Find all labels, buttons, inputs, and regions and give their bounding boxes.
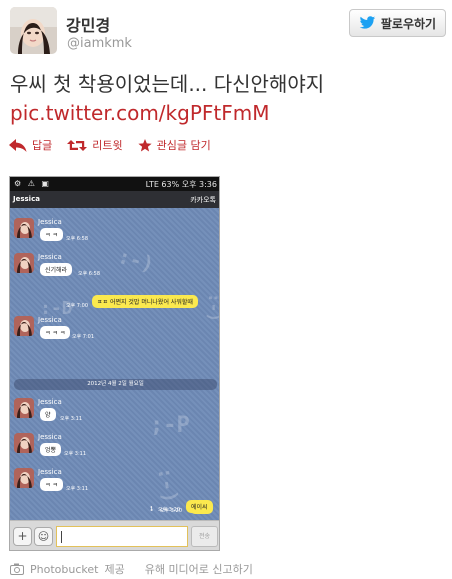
sender-name: Jessica (38, 433, 62, 441)
chat-input-bar: + ☺ 전송 (10, 520, 219, 550)
plus-icon: + (13, 527, 32, 546)
kakaotalk-brand: 카카오톡 (190, 196, 216, 204)
emoticon-icon: ☺ (34, 527, 53, 546)
camera-icon (10, 563, 24, 575)
incoming-message-bubble: ㅋ ㅋ ㅋ (40, 326, 71, 339)
follow-button-label: 팔로우하기 (380, 16, 437, 31)
sender-name: Jessica (38, 253, 62, 261)
sender-avatar (14, 468, 34, 488)
chat-room-title: Jessica (13, 195, 40, 203)
sender-name: Jessica (38, 218, 62, 226)
message-time: 오후 7:01 (72, 334, 95, 340)
favorite-action[interactable]: 관심글 담기 (138, 137, 211, 153)
sender-name: Jessica (38, 316, 62, 324)
retweet-label: 리트윗 (92, 139, 123, 152)
avatar[interactable] (10, 7, 57, 54)
incoming-message-bubble: ㅋ ㅋ (40, 478, 63, 491)
twitter-bird-icon (359, 16, 376, 29)
reply-label: 답글 (32, 139, 53, 152)
sender-avatar (14, 433, 34, 453)
attached-photo[interactable]: ⚙ ⚠ ▣ LTE 63% 오후 3:36 Jessica 카카오톡 :-) :… (9, 176, 220, 551)
report-media-link[interactable]: 유해 미디어로 신고하기 (145, 561, 253, 577)
outgoing-message-bubble: ㅍㅍ 어쩐지 것밥 머니나왔어 사워할때 (92, 295, 198, 308)
outgoing-message-bubble: 에이씨 (186, 500, 213, 513)
reply-action[interactable]: 답글 (9, 137, 52, 153)
message-time: 오후 3:11 (60, 416, 83, 422)
follow-button[interactable]: 팔로우하기 (349, 9, 446, 37)
chat-header: Jessica 카카오톡 (10, 191, 219, 208)
photo-provider[interactable]: Photobucket (30, 563, 98, 576)
sender-avatar (14, 253, 34, 273)
message-time: 오후 7:00 (66, 303, 89, 309)
sender-avatar (14, 316, 34, 336)
star-icon (138, 138, 152, 151)
photo-provided-label: 제공 (104, 563, 125, 576)
sender-avatar (14, 398, 34, 418)
display-name[interactable]: 강민경 (66, 12, 110, 36)
sender-name: Jessica (38, 398, 62, 406)
incoming-message-bubble: 신기해라 (40, 263, 73, 276)
status-right-text: LTE 63% 오후 3:36 (145, 180, 217, 189)
tweet-media-link[interactable]: pic.twitter.com/kgPFtFmM (10, 99, 450, 128)
phone-status-bar: ⚙ ⚠ ▣ LTE 63% 오후 3:36 (10, 177, 219, 191)
incoming-message-bubble: 엉뽕 (40, 443, 62, 456)
incoming-message-bubble: ㅋ ㅋ (40, 228, 63, 241)
user-handle[interactable]: @iamkmk (67, 36, 132, 51)
tweet-body: 우씨 첫 착용이었는데... 다신안해야지 (10, 72, 325, 96)
unread-count: 1 (150, 506, 154, 512)
reply-icon (9, 138, 27, 152)
sender-name: Jessica (38, 468, 62, 476)
favorite-label: 관심글 담기 (156, 139, 211, 152)
photo-footer: Photobucket 제공 유해 미디어로 신고하기 (10, 561, 253, 577)
send-button: 전송 (191, 526, 218, 547)
tweet-actions: 답글 리트윗 관심글 담기 (9, 137, 226, 153)
chat-background: :-) :-D :-) ;-P :-) Jessica ㅋ ㅋ 오후 6:58 … (10, 208, 219, 520)
message-time: 오후 3:20 (158, 507, 181, 513)
chat-message-field (56, 526, 188, 547)
date-separator: 2012년 4월 2일 월요일 (14, 379, 217, 390)
retweet-icon (67, 139, 88, 151)
message-time: 오후 3:11 (66, 486, 89, 492)
message-time: 오후 6:58 (78, 271, 101, 277)
tweet-text: 우씨 첫 착용이었는데... 다신안해야지 pic.twitter.com/kg… (10, 70, 450, 128)
message-time: 오후 6:58 (66, 236, 89, 242)
sender-avatar (14, 218, 34, 238)
status-left-icons: ⚙ ⚠ ▣ (14, 179, 51, 188)
incoming-message-bubble: 양 (40, 408, 56, 421)
message-time: 오후 3:11 (64, 451, 87, 457)
avatar-image (10, 7, 57, 54)
retweet-action[interactable]: 리트윗 (67, 137, 123, 153)
